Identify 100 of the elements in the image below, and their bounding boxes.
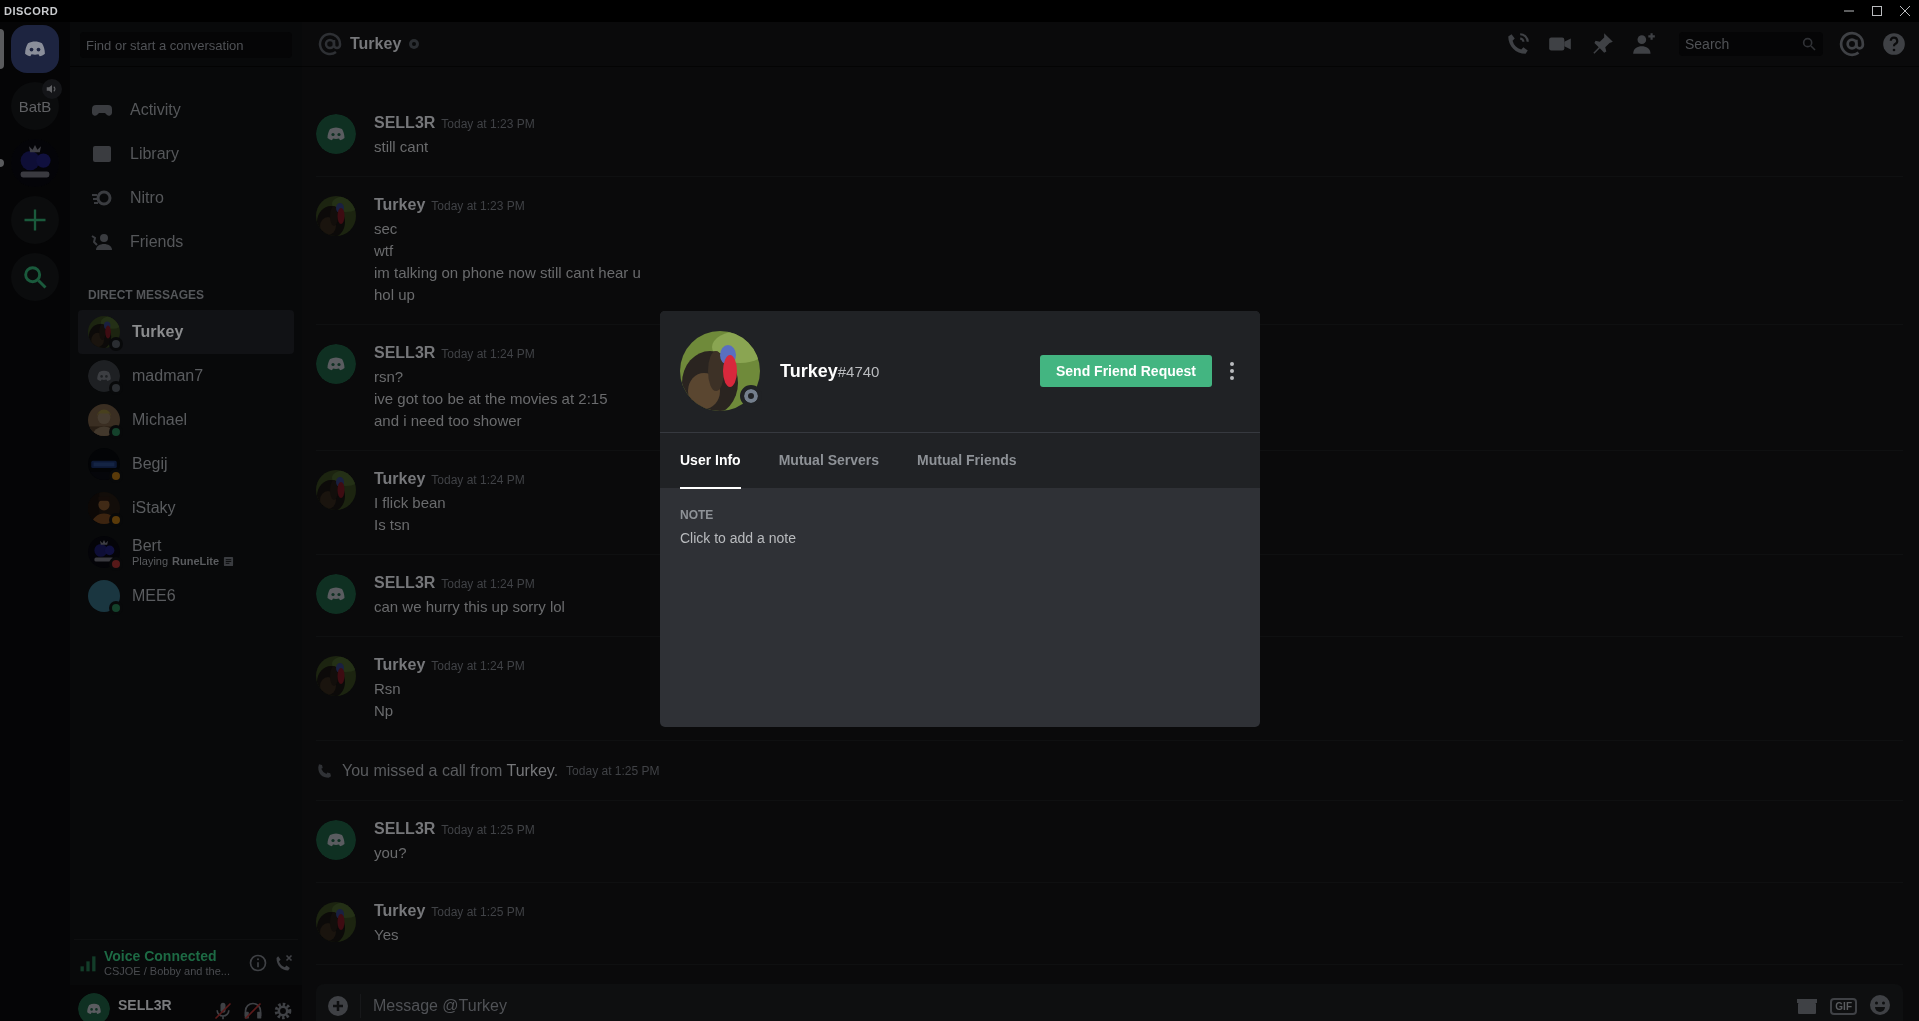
message-text: can we hurry this up sorry lol [374,597,565,617]
timestamp: Today at 1:24 PM [441,347,535,361]
friend-request-button[interactable]: Send Friend Request [1039,355,1212,387]
at-icon [318,32,342,56]
dm-item[interactable]: Turkey [78,310,294,354]
nav-item[interactable]: Friends [78,220,294,264]
upload-button[interactable] [326,994,361,1018]
timestamp: Today at 1:23 PM [431,199,525,213]
timestamp: Today at 1:25 PM [431,905,525,919]
note-label: NOTE [680,508,715,522]
nav-label: Nitro [130,189,164,207]
disconnect-button[interactable] [274,952,294,973]
more-icon [1230,362,1234,380]
message-text: Np [374,701,395,721]
deafen-button[interactable] [242,1001,264,1021]
tab[interactable]: Mutual Friends [917,433,1017,489]
maximize-icon [1871,5,1883,17]
nav-item[interactable]: Activity [78,88,294,132]
dm-name: Bert [132,537,163,555]
dm-name: MEE6 [132,587,176,605]
mentions-button[interactable] [1839,31,1865,57]
avatar [316,820,356,860]
avatar [316,114,356,154]
dm-item[interactable]: MEE6 [78,574,294,618]
dm-item[interactable]: Begij [78,442,294,486]
dm-item[interactable]: madman7 [78,354,294,398]
author-name: Turkey [374,196,426,214]
message-text: and i need too shower [374,411,523,431]
add-person-icon [1631,31,1657,57]
nav-label: Activity [130,101,181,119]
message-composer[interactable]: Message @Turkey GIF [316,984,1903,1021]
avatar [88,580,120,612]
profile-name: Turkey#4740 [780,360,881,382]
search-icon [21,263,49,291]
call-button[interactable] [1505,31,1531,57]
dm-item[interactable]: iStaky [78,486,294,530]
app-logo: DISCORD [3,5,59,17]
phone-x-icon [274,952,294,973]
message-text: rsn? [374,367,405,387]
search-field[interactable]: Find or start a conversation [80,32,292,58]
author-name: SELL3R [374,574,436,592]
nav-item[interactable]: Library [78,132,294,176]
smiley-icon [1868,993,1892,1017]
plus-circle-icon [326,994,350,1018]
dm-name: Turkey [132,323,184,341]
server-label: BatB [18,97,52,115]
phone-icon [316,762,334,780]
nav-item[interactable]: Nitro [78,176,294,220]
tab[interactable]: User Info [680,433,741,489]
message-field[interactable]: Message @Turkey [371,996,1785,1016]
timestamp: Today at 1:24 PM [431,473,525,487]
search-field[interactable]: Search [1679,32,1823,56]
mute-button[interactable] [212,1001,234,1021]
channel-title: Turkey [350,35,402,53]
search-icon [1801,36,1817,52]
server-icon[interactable]: BatB [11,82,59,130]
gif-button[interactable]: GIF [1830,997,1857,1015]
message-text: Is tsn [374,515,411,535]
author-name: Turkey [374,656,426,674]
author-name: Turkey [374,470,426,488]
message-text: hol up [374,285,416,305]
message-text: I flick bean [374,493,447,513]
microphone-icon [213,1001,233,1021]
voice-channel: CSJOE / Bobby and the... [104,963,231,978]
message-text: Rsn [374,679,402,699]
avatar [88,360,120,392]
dm-name: Michael [132,411,188,429]
message-text: wtf [374,241,395,261]
message-text: im talking on phone now still cant hear u [374,263,641,283]
message-text: still cant [374,137,430,157]
author-name: SELL3R [374,114,436,132]
tab[interactable]: Mutual Servers [778,433,880,489]
dm-item[interactable]: Michael [78,398,294,442]
help-icon [1881,31,1907,57]
message-text: sec [374,219,399,239]
message-text: ive got too be at the movies at 2:15 [374,389,608,409]
info-button[interactable] [248,952,268,973]
nav-label: Friends [130,233,184,251]
username: SELL3R [118,996,173,1013]
timestamp: Today at 1:24 PM [441,577,535,591]
dm-item[interactable]: Bert Playing RuneLite [78,530,294,574]
add-friend-button[interactable] [1631,31,1657,57]
avatar [78,993,110,1021]
timestamp: Today at 1:25 PM [566,764,660,778]
close-icon [1899,5,1911,17]
voice-status: Voice Connected [104,947,218,964]
headphones-icon [243,1001,263,1021]
info-icon [248,952,268,973]
document-icon [223,555,235,567]
avatar [316,574,356,614]
dm-name: madman7 [132,367,204,385]
settings-icon [273,1001,293,1021]
help-button[interactable] [1881,31,1907,57]
avatar [316,344,356,384]
note-field[interactable]: Click to add a note [680,530,980,552]
activity-text: Playing RuneLite [132,555,220,567]
timestamp: Today at 1:23 PM [441,117,535,131]
message-text: Yes [374,925,400,945]
timestamp: Today at 1:24 PM [431,659,525,673]
settings-button[interactable] [272,1001,294,1021]
